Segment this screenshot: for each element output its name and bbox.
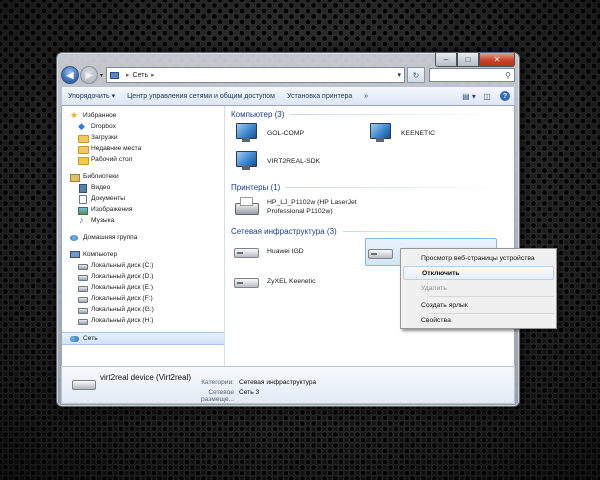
dropbox-icon: [78, 121, 87, 132]
library-icon: [70, 173, 80, 182]
help-button[interactable]: ?: [496, 87, 514, 105]
router-icon: [233, 240, 259, 262]
computer-item-virt2real-sdk[interactable]: VIRT2REAL-SDK: [233, 150, 320, 172]
navigation-pane: Избранное Dropbox Загрузки Недавние мест…: [62, 106, 225, 366]
computer-icon: [233, 150, 259, 172]
router-icon: [233, 270, 259, 292]
picture-icon: [78, 206, 88, 215]
details-pane: virt2real device (Virt2real) Категории: …: [61, 366, 515, 404]
nav-recent-places[interactable]: Недавние места: [62, 143, 224, 154]
disk-icon: [78, 295, 88, 303]
command-bar: Упорядочить ▾ Центр управления сетями и …: [61, 86, 515, 106]
computer-icon: [70, 250, 80, 259]
nav-pictures[interactable]: Изображения: [62, 204, 224, 215]
menu-create-shortcut[interactable]: Создать ярлык: [403, 298, 554, 312]
menu-properties[interactable]: Свойства: [403, 313, 554, 327]
view-options-icon[interactable]: ▤ ▾: [460, 87, 478, 105]
explorer-window: – □ ✕ ◀ ▶ ▾ ▸ Сеть ▸ ▾ ↻ ⚲ Упорядочить ▾…: [56, 52, 520, 407]
search-input[interactable]: ⚲: [429, 68, 515, 82]
infrastructure-item-zyxel[interactable]: ZyXEL Keenetic: [233, 270, 315, 292]
network-center-button[interactable]: Центр управления сетями и общим доступом: [121, 87, 281, 105]
nav-videos[interactable]: Видео: [62, 182, 224, 193]
details-category-value: Сетевая инфраструктура: [239, 379, 317, 386]
computer-item-keenetic[interactable]: KEENETIC: [367, 122, 435, 144]
disk-icon: [78, 262, 88, 270]
nav-drive-h[interactable]: Локальный диск (H:): [62, 315, 224, 326]
navigation-row: ◀ ▶ ▾ ▸ Сеть ▸ ▾ ↻ ⚲: [61, 65, 515, 85]
more-commands-button[interactable]: »: [358, 87, 374, 105]
menu-view-device-webpage[interactable]: Просмотр веб-страницы устройства: [403, 251, 554, 265]
search-icon: ⚲: [505, 70, 511, 80]
nav-desktop[interactable]: Рабочий стол: [62, 154, 224, 165]
computer-icon: [367, 122, 393, 144]
video-icon: [78, 183, 87, 193]
nav-homegroup[interactable]: Домашняя группа: [62, 232, 224, 243]
refresh-button[interactable]: ↻: [407, 67, 425, 83]
context-menu: Просмотр веб-страницы устройства Отключи…: [400, 248, 557, 329]
nav-drive-e[interactable]: Локальный диск (E:): [62, 282, 224, 293]
menu-disable[interactable]: Отключить: [403, 266, 554, 280]
details-location-label: Сетевое размеще...: [201, 389, 234, 403]
router-icon: [367, 241, 393, 263]
group-header-computer[interactable]: Компьютер (3): [231, 108, 506, 120]
homegroup-icon: [70, 234, 79, 242]
infrastructure-item-huawei[interactable]: Huawei IGD: [233, 240, 304, 262]
add-printer-button[interactable]: Установка принтера: [281, 87, 358, 105]
nav-drive-c[interactable]: Локальный диск (C:): [62, 260, 224, 271]
history-dropdown-icon[interactable]: ▾: [100, 72, 103, 79]
group-header-infrastructure[interactable]: Сетевая инфраструктура (3): [231, 225, 506, 237]
folder-icon: [78, 145, 89, 154]
network-icon: [70, 335, 79, 343]
disk-icon: [78, 273, 88, 281]
document-icon: [78, 194, 87, 204]
disk-icon: [78, 317, 88, 325]
nav-network[interactable]: Сеть: [62, 332, 224, 345]
disk-icon: [78, 306, 88, 314]
desktop-icon: [78, 156, 89, 165]
nav-dropbox[interactable]: Dropbox: [62, 121, 224, 132]
details-location-value: Сеть 3: [239, 389, 260, 396]
nav-drive-d[interactable]: Локальный диск (D:): [62, 271, 224, 282]
preview-pane-icon[interactable]: ◫: [478, 87, 496, 105]
nav-downloads[interactable]: Загрузки: [62, 132, 224, 143]
address-bar[interactable]: ▸ Сеть ▸ ▾: [106, 67, 405, 83]
address-dropdown-icon[interactable]: ▾: [397, 71, 401, 79]
network-folder-icon: [110, 71, 120, 79]
breadcrumb-separator-icon[interactable]: ▸: [151, 71, 155, 79]
nav-drive-f[interactable]: Локальный диск (F:): [62, 293, 224, 304]
star-icon: [70, 110, 79, 121]
breadcrumb-separator-icon[interactable]: ▸: [126, 71, 130, 79]
menu-separator: [429, 296, 554, 297]
breadcrumb-network[interactable]: Сеть: [133, 72, 149, 79]
organize-button[interactable]: Упорядочить ▾: [62, 87, 121, 105]
nav-documents[interactable]: Документы: [62, 193, 224, 204]
nav-drive-g[interactable]: Локальный диск (G:): [62, 304, 224, 315]
printer-item-hp[interactable]: HP_LJ_P1102w (HP LaserJet Professional P…: [233, 196, 357, 218]
disk-icon: [78, 284, 88, 292]
music-icon: [78, 215, 87, 225]
menu-delete[interactable]: Удалить: [403, 281, 554, 295]
forward-button[interactable]: ▶: [80, 66, 98, 84]
printer-icon: [233, 196, 259, 218]
computer-icon: [233, 122, 259, 144]
nav-music[interactable]: Музыка: [62, 215, 224, 226]
help-icon: ?: [500, 91, 510, 101]
folder-icon: [78, 134, 89, 143]
nav-computer[interactable]: Компьютер: [62, 249, 224, 260]
nav-favorites[interactable]: Избранное: [62, 110, 224, 121]
details-category-label: Категории:: [201, 379, 234, 386]
nav-libraries[interactable]: Библиотеки: [62, 171, 224, 182]
router-icon: [72, 375, 96, 391]
group-header-printers[interactable]: Принтеры (1): [231, 181, 506, 193]
back-button[interactable]: ◀: [61, 66, 79, 84]
computer-item-gol-comp[interactable]: GOL-COMP: [233, 122, 304, 144]
